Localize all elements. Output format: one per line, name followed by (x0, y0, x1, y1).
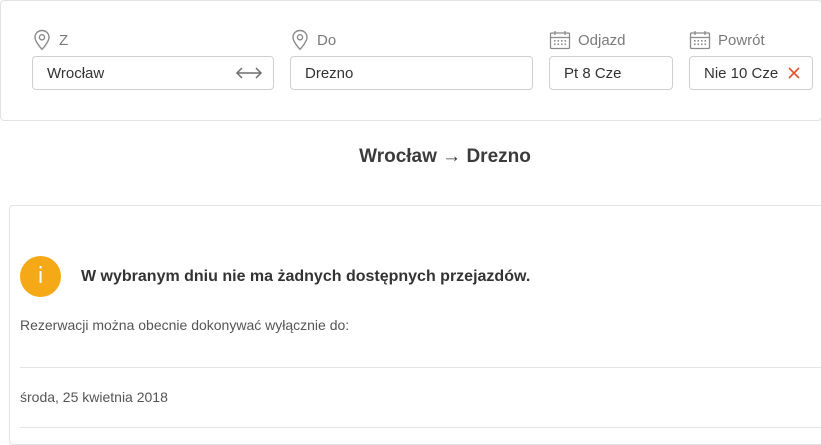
departure-value: Pt 8 Cze (564, 64, 622, 82)
no-results-panel: i W wybranym dniu nie ma żadnych dostępn… (9, 205, 821, 445)
from-field: Z Wrocław (32, 29, 274, 90)
to-input[interactable]: Drezno (290, 56, 533, 90)
to-value: Drezno (305, 64, 354, 82)
return-label-row: Powrót (689, 29, 813, 51)
return-value: Nie 10 Cze (704, 64, 779, 82)
to-field: Do Drezno (290, 29, 533, 90)
to-label: Do (317, 31, 337, 49)
departure-field: Odjazd Pt 8 Cze (549, 29, 673, 90)
departure-input[interactable]: Pt 8 Cze (549, 56, 673, 90)
calendar-icon (689, 31, 711, 50)
departure-label: Odjazd (578, 31, 626, 49)
return-field: Powrót Nie 10 Cze (689, 29, 813, 90)
from-label: Z (59, 31, 69, 49)
return-input[interactable]: Nie 10 Cze (689, 56, 813, 90)
divider (20, 367, 821, 368)
departure-label-row: Odjazd (549, 29, 673, 51)
from-label-row: Z (32, 29, 274, 51)
return-label: Powrót (718, 31, 765, 49)
booking-limit-text: Rezerwacji można obecnie dokonywać wyłąc… (20, 317, 350, 333)
close-icon[interactable] (788, 67, 800, 79)
to-label-row: Do (290, 29, 533, 51)
swap-arrows-icon[interactable] (235, 66, 263, 80)
map-pin-icon (34, 29, 50, 51)
booking-limit-date: środa, 25 kwietnia 2018 (20, 389, 168, 405)
from-value: Wrocław (47, 64, 105, 82)
divider (20, 427, 821, 428)
info-icon: i (20, 256, 61, 297)
from-input[interactable]: Wrocław (32, 56, 274, 90)
no-connections-message: W wybranym dniu nie ma żadnych dostępnyc… (81, 268, 531, 285)
map-pin-icon (292, 29, 308, 51)
calendar-icon (549, 31, 571, 50)
route-title: Wrocław → Drezno (359, 146, 531, 167)
search-panel: Z Wrocław Do Drezno Odjazd Pt 8 Cze Powr… (0, 0, 821, 121)
